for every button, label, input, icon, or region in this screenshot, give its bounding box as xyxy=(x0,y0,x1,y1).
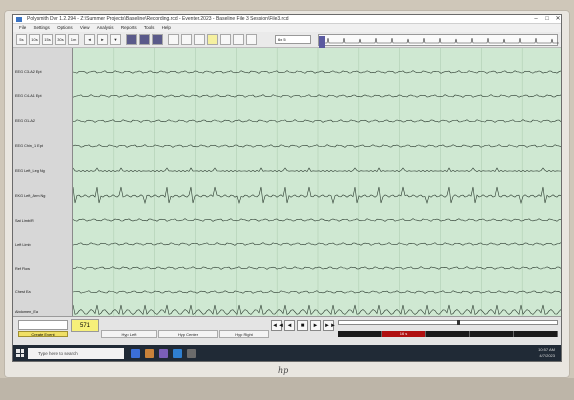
tool-icon-4[interactable] xyxy=(220,34,231,45)
hypnogram-segment-active: 16 s xyxy=(382,331,426,337)
bottom-panel: Create Event 571 Hyp Left Hyp Center Hyp… xyxy=(13,316,561,345)
menu-settings[interactable]: Settings xyxy=(34,25,50,30)
system-tray[interactable]: 10:57 AM 4/7/2023 xyxy=(538,347,555,358)
channel-labels-panel: EEG C3-A2 Ept EEG C4-A1 Ept EEG O1-A2 EE… xyxy=(13,48,73,316)
channel-label[interactable]: Chest Ea xyxy=(15,290,31,294)
app-icon-2[interactable] xyxy=(159,349,168,358)
channel-label[interactable]: EEG C4-A1 Ept xyxy=(15,94,42,98)
channel-trace xyxy=(73,304,561,316)
epoch-counter[interactable]: 571 xyxy=(71,319,99,332)
tab-hyp-center[interactable]: Hyp Center xyxy=(158,330,218,338)
channel-label[interactable]: EEG C3-A2 Ept xyxy=(15,70,42,74)
tab-hyp-left[interactable]: Hyp Left xyxy=(101,330,157,338)
hypnogram-bar[interactable]: 16 s xyxy=(338,331,558,337)
channel-label[interactable]: Left Limb xyxy=(15,243,31,247)
maximize-icon[interactable]: □ xyxy=(542,15,552,23)
epoch-5s-button[interactable]: 5s xyxy=(16,34,27,45)
tool-icon-6[interactable] xyxy=(246,34,257,45)
menu-file[interactable]: File xyxy=(19,25,26,30)
event-text-field[interactable] xyxy=(18,320,68,330)
taskbar-search-input[interactable]: Type here to search xyxy=(28,348,124,359)
channel-label[interactable]: EKG Left_Arm Ng xyxy=(15,194,45,198)
channel-label[interactable]: Abdomen_Ea xyxy=(15,310,38,314)
menu-reports[interactable]: Reports xyxy=(121,25,137,30)
tool-icon-1[interactable] xyxy=(168,34,179,45)
channel-trace xyxy=(73,186,561,205)
channel-label[interactable]: EEG Left_Leg Ng xyxy=(15,169,45,173)
dropdown-button[interactable]: ▼ xyxy=(110,34,121,45)
channel-label[interactable]: EEG O1-A2 xyxy=(15,119,35,123)
menu-analysis[interactable]: Analysis xyxy=(97,25,114,30)
stop-button[interactable]: ■ xyxy=(297,320,308,331)
tab-hyp-right[interactable]: Hyp Right xyxy=(219,330,269,338)
menu-view[interactable]: View xyxy=(80,25,90,30)
timeline-slider[interactable] xyxy=(338,320,558,325)
channel-trace xyxy=(73,144,561,148)
screen: Polysmith Dvr 1.2.294 - Z:\Summer Projec… xyxy=(12,14,562,362)
tool-icon-5[interactable] xyxy=(233,34,244,45)
channel-trace xyxy=(73,290,561,294)
overview-trace xyxy=(319,36,559,48)
next-button[interactable]: ► xyxy=(97,34,108,45)
close-icon[interactable]: ✕ xyxy=(553,15,561,23)
channel-label[interactable]: Sat Limb/R xyxy=(15,219,34,223)
step-back-button[interactable]: ◄ xyxy=(284,320,295,331)
toolbar: 5s 10s 15s 30s 1m ◄ ► ▼ 6x 5 xyxy=(13,32,561,48)
taskbar: Type here to search 10:57 AM 4/7/2023 xyxy=(13,345,561,361)
clock-date: 4/7/2023 xyxy=(539,352,555,358)
waveform-canvas xyxy=(73,48,561,316)
open-file-icon[interactable] xyxy=(126,34,137,45)
overview-strip[interactable] xyxy=(318,34,559,48)
hypnogram-segment xyxy=(470,331,514,337)
app-icon-4[interactable] xyxy=(187,349,196,358)
app-icon xyxy=(16,17,22,22)
hypnogram-segment xyxy=(338,331,382,337)
create-event-button[interactable]: Create Event xyxy=(18,331,68,337)
channel-trace xyxy=(73,119,561,123)
minimize-icon[interactable]: – xyxy=(531,15,541,23)
prev-button[interactable]: ◄ xyxy=(84,34,95,45)
hypnogram-segment xyxy=(514,331,558,337)
app-icon-3[interactable] xyxy=(173,349,182,358)
menu-tools[interactable]: Tools xyxy=(144,25,155,30)
channel-trace xyxy=(73,167,561,173)
fast-forward-button[interactable]: ►► xyxy=(323,320,336,331)
clock-time: 10:57 AM xyxy=(538,347,555,352)
epoch-1m-button[interactable]: 1m xyxy=(68,34,79,45)
channel-trace xyxy=(73,94,561,98)
title-bar: Polysmith Dvr 1.2.294 - Z:\Summer Projec… xyxy=(13,15,561,24)
timeline-knob[interactable] xyxy=(457,320,460,325)
speed-field[interactable]: 6x 5 xyxy=(275,35,311,44)
menu-options[interactable]: Options xyxy=(57,25,73,30)
channel-label[interactable]: Ref Flow xyxy=(15,267,30,271)
epoch-30s-button[interactable]: 30s xyxy=(55,34,66,45)
channel-label[interactable]: EEG Chin_1 Ept xyxy=(15,144,43,148)
epoch-15s-button[interactable]: 15s xyxy=(42,34,53,45)
channel-trace xyxy=(73,70,561,74)
tool-icon-2[interactable] xyxy=(181,34,192,45)
channel-trace xyxy=(73,242,561,246)
window-title: Polysmith Dvr 1.2.294 - Z:\Summer Projec… xyxy=(27,16,289,22)
hp-logo: hp xyxy=(278,366,289,375)
desk-surface xyxy=(0,378,574,400)
save-icon[interactable] xyxy=(139,34,150,45)
print-icon[interactable] xyxy=(152,34,163,45)
task-view-icon[interactable] xyxy=(131,349,140,358)
epoch-10s-button[interactable]: 10s xyxy=(29,34,40,45)
rewind-button[interactable]: ◄◄ xyxy=(271,320,284,331)
play-button[interactable]: ► xyxy=(310,320,321,331)
app-icon-1[interactable] xyxy=(145,349,154,358)
waveform-plot[interactable] xyxy=(73,48,561,316)
menu-bar: File Settings Options View Analysis Repo… xyxy=(13,24,561,32)
channel-trace xyxy=(73,266,561,270)
windows-start-icon[interactable] xyxy=(16,349,24,357)
marker-icon[interactable] xyxy=(207,34,218,45)
hypnogram-segment xyxy=(426,331,470,337)
tool-icon-3[interactable] xyxy=(194,34,205,45)
channel-trace xyxy=(73,218,561,222)
menu-help[interactable]: Help xyxy=(162,25,171,30)
